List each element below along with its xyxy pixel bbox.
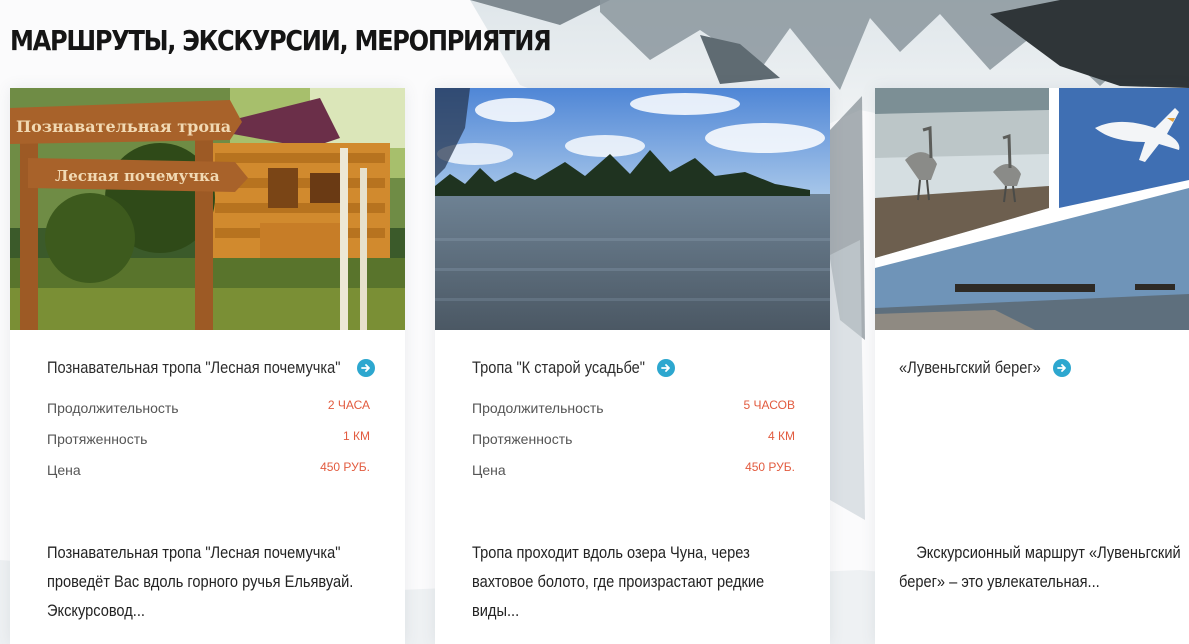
arrow-right-circle-icon[interactable] <box>657 359 676 377</box>
spec-value: 5 ЧАСОВ <box>743 398 796 412</box>
arrow-right-circle-icon[interactable] <box>357 359 376 377</box>
lake-photo <box>435 88 830 330</box>
card-title-row: Познавательная тропа "Лесная почемучка" <box>47 358 376 378</box>
card-image-link[interactable] <box>875 88 1189 330</box>
spec-row-length: Протяженность 4 КМ <box>472 425 795 456</box>
spec-value: 2 ЧАСА <box>327 398 370 412</box>
spec-value: 4 КМ <box>768 429 795 443</box>
spec-row-price: Цена 450 РУБ. <box>47 456 370 487</box>
route-card-luvenga-shore: «Лувеньгский берег» Экскурсионный маршру… <box>875 88 1189 644</box>
spec-value: 450 РУБ. <box>320 460 370 474</box>
route-card-old-estate-trail: Тропа "К старой усадьбе" Продолжительнос… <box>435 88 830 644</box>
card-specs: Продолжительность 5 ЧАСОВ Протяженность … <box>472 394 795 487</box>
spec-row-duration: Продолжительность 2 ЧАСА <box>47 394 370 425</box>
card-description: Экскурсионный маршрут «Лувеньгский берег… <box>899 543 1181 591</box>
cards-container: Познавательная тропа Лесная почемучка По… <box>10 88 1189 644</box>
route-card-forest-trail: Познавательная тропа Лесная почемучка По… <box>10 88 405 644</box>
spec-row-duration: Продолжительность 5 ЧАСОВ <box>472 394 795 425</box>
card-description: Познавательная тропа "Лесная почемучка" … <box>47 543 354 620</box>
page-title: МАРШРУТЫ, ЭКСКУРСИИ, МЕРОПРИЯТИЯ <box>10 24 552 57</box>
spec-value: 450 РУБ. <box>745 460 795 474</box>
spec-label: Протяженность <box>472 431 573 447</box>
birds-collage-photo <box>875 88 1189 330</box>
forest-trail-photo: Познавательная тропа Лесная почемучка <box>10 88 405 330</box>
card-title-row: Тропа "К старой усадьбе" <box>472 358 676 378</box>
card-description: Тропа проходит вдоль озера Чуна, через в… <box>472 543 765 620</box>
spec-value: 1 КМ <box>343 429 370 443</box>
spec-label: Цена <box>47 462 81 478</box>
spec-label: Цена <box>472 462 506 478</box>
spec-label: Протяженность <box>47 431 148 447</box>
card-title-link[interactable]: «Лувеньгский берег» <box>899 358 1041 378</box>
svg-text:Лесная почемучка: Лесная почемучка <box>55 167 220 185</box>
svg-text:Познавательная тропа: Познавательная тропа <box>16 117 231 136</box>
arrow-right-circle-icon[interactable] <box>1052 359 1071 377</box>
card-title-row: «Лувеньгский берег» <box>899 358 1071 378</box>
card-image-link[interactable] <box>435 88 830 330</box>
card-specs: Продолжительность 2 ЧАСА Протяженность 1… <box>47 394 370 487</box>
spec-row-length: Протяженность 1 КМ <box>47 425 370 456</box>
card-title-link[interactable]: Тропа "К старой усадьбе" <box>472 358 645 378</box>
spec-label: Продолжительность <box>47 400 179 416</box>
card-image-link[interactable]: Познавательная тропа Лесная почемучка <box>10 88 405 330</box>
spec-label: Продолжительность <box>472 400 604 416</box>
card-title-link[interactable]: Познавательная тропа "Лесная почемучка" <box>47 358 340 378</box>
spec-row-price: Цена 450 РУБ. <box>472 456 795 487</box>
